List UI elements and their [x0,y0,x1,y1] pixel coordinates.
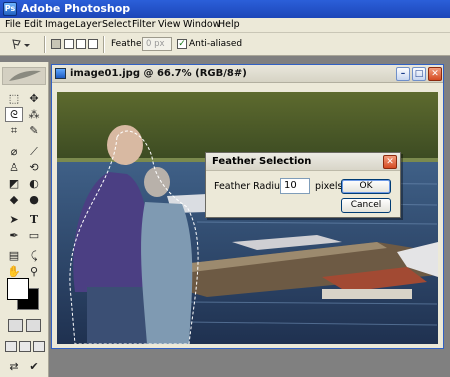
lasso-tool-icon[interactable]: ᘓ [5,107,23,122]
intersect-selection-icon[interactable] [88,39,98,49]
quick-mask-mode-icon[interactable] [26,319,41,332]
antialiased-label: Anti-aliased [189,39,243,49]
jump-to-imageready-icon[interactable]: ⇄ [5,359,23,374]
brush-tool-icon[interactable]: ⟋ [25,144,43,159]
minimize-icon[interactable]: – [396,67,410,81]
menu-file[interactable]: File [5,19,21,30]
pen-tool-icon[interactable]: ✒ [5,228,23,243]
options-separator [103,36,105,53]
standard-mode-icon[interactable] [8,319,23,332]
app-titlebar: Ps Adobe Photoshop [0,0,450,18]
path-selection-tool-icon[interactable]: ➤ [5,212,23,227]
move-tool-icon[interactable]: ✥ [25,91,43,106]
app-title: Adobe Photoshop [21,2,131,15]
full-screen-mode-icon[interactable] [33,341,45,352]
dialog-titlebar[interactable]: Feather Selection ✕ [206,153,400,171]
menu-select[interactable]: Select [102,19,131,30]
slice-tool-icon[interactable]: ✎ [25,123,43,138]
ok-button[interactable]: OK [341,179,391,194]
notes-tool-icon[interactable]: ▤ [5,248,23,263]
type-tool-icon[interactable]: T [25,212,43,227]
feather-radius-unit: pixels [315,181,343,192]
gradient-tool-icon[interactable]: ◐ [25,176,43,191]
feather-logo-icon [2,67,46,85]
history-brush-tool-icon[interactable]: ⟲ [25,160,43,175]
edit-in-imageready-icon[interactable]: ✔ [25,359,43,374]
menu-bar: File Edit Image Layer Select Filter View… [0,18,450,33]
tool-preset-picker[interactable] [9,37,33,52]
marquee-tool-icon[interactable]: ⬚ [5,91,23,106]
menu-edit[interactable]: Edit [24,19,42,30]
dialog-close-icon[interactable]: ✕ [383,155,397,169]
clone-stamp-tool-icon[interactable]: ♙ [5,160,23,175]
document-title: image01.jpg @ 66.7% (RGB/8#) [70,68,247,79]
crop-tool-icon[interactable]: ⌗ [5,123,23,138]
new-selection-icon[interactable] [51,39,61,49]
foreground-color-swatch[interactable] [7,278,29,300]
eyedropper-tool-icon[interactable]: ⤹ [25,248,43,263]
feather-selection-dialog: Feather Selection ✕ Feather Radius: 10 p… [205,152,401,218]
dodge-tool-icon[interactable]: ● [25,192,43,207]
cancel-button[interactable]: Cancel [341,198,391,213]
menu-window[interactable]: Window [183,19,220,30]
antialiased-checkbox[interactable]: ✓ [177,39,187,49]
feather-radius-input[interactable]: 10 [280,178,310,194]
maximize-icon[interactable]: □ [412,67,426,81]
feather-input[interactable]: 0 px [142,37,172,51]
photoshop-icon: Ps [3,2,17,16]
healing-brush-tool-icon[interactable]: ⌀ [5,144,23,159]
toolbox: ⬚ ✥ ᘓ ⁂ ⌗ ✎ ⌀ ⟋ ♙ ⟲ ◩ ◐ ◆ ● ➤ T ✒ ▭ ▤ ⤹ … [0,62,49,377]
standard-screen-mode-icon[interactable] [5,341,17,352]
blur-tool-icon[interactable]: ◆ [5,192,23,207]
menu-view[interactable]: View [158,19,181,30]
document-icon [55,68,66,79]
subtract-selection-icon[interactable] [76,39,86,49]
feather-radius-label: Feather Radius: [214,181,289,192]
magic-wand-tool-icon[interactable]: ⁂ [25,107,43,122]
eraser-tool-icon[interactable]: ◩ [5,176,23,191]
image-canvas[interactable] [57,92,438,344]
dialog-title: Feather Selection [212,156,312,167]
document-titlebar[interactable]: image01.jpg @ 66.7% (RGB/8#) – □ ✕ [52,65,443,83]
photo-image [57,92,438,344]
menu-image[interactable]: Image [45,19,75,30]
menu-help[interactable]: Help [218,19,240,30]
shape-tool-icon[interactable]: ▭ [25,228,43,243]
lasso-icon [12,39,30,50]
menu-layer[interactable]: Layer [75,19,102,30]
full-screen-menu-mode-icon[interactable] [19,341,31,352]
menu-filter[interactable]: Filter [132,19,156,30]
options-separator [44,36,46,53]
hand-tool-icon[interactable]: ✋ [5,264,23,279]
add-selection-icon[interactable] [64,39,74,49]
options-bar: Feather: 0 px ✓ Anti-aliased [0,33,450,56]
zoom-tool-icon[interactable]: ⚲ [25,264,43,279]
close-icon[interactable]: ✕ [428,67,442,81]
